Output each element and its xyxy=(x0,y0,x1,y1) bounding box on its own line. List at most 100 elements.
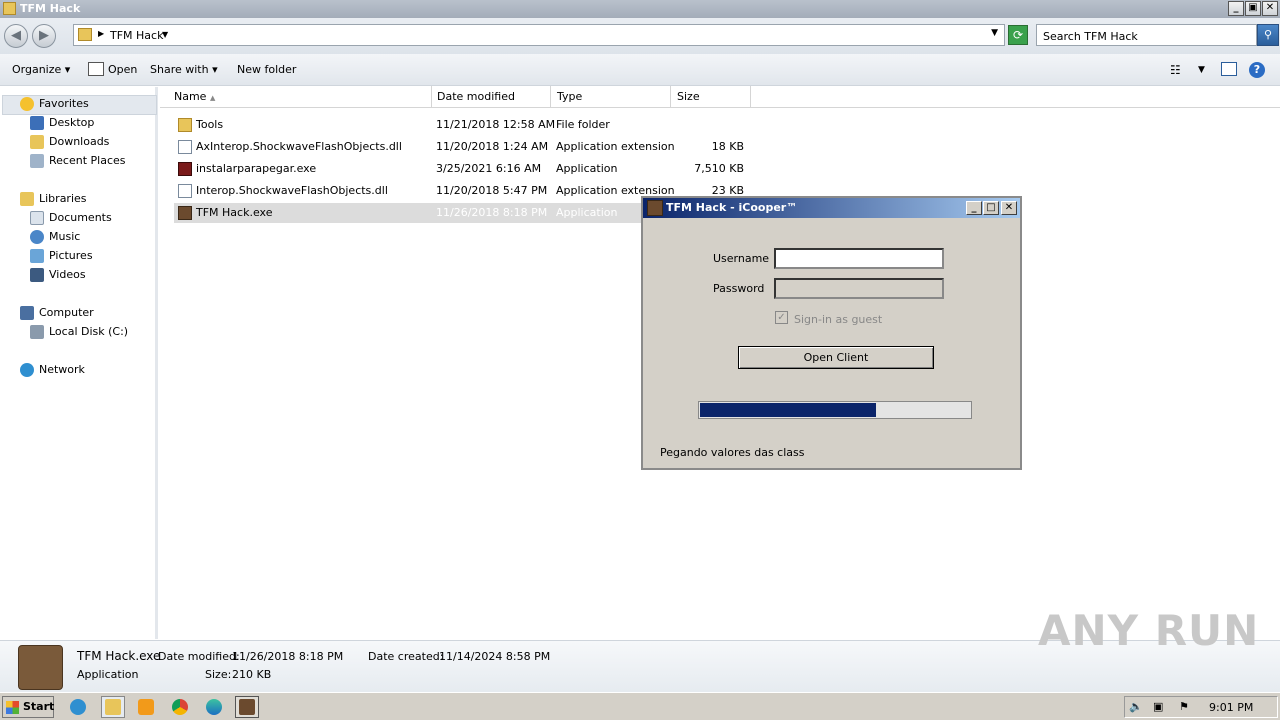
desktop-icon xyxy=(30,116,44,130)
sidebar-item-videos[interactable]: Videos xyxy=(30,266,86,284)
column-date-modified[interactable]: Date modified xyxy=(431,86,551,108)
view-dropdown-icon[interactable]: ▼ xyxy=(1198,65,1205,75)
details-date-modified: 11/26/2018 8:18 PM xyxy=(232,650,344,663)
file-type: Application xyxy=(556,162,618,175)
sidebar-item-network[interactable]: Network xyxy=(20,361,85,379)
documents-icon xyxy=(30,211,44,225)
sidebar-item-desktop[interactable]: Desktop xyxy=(30,114,94,132)
sidebar-item-pictures[interactable]: Pictures xyxy=(30,247,93,265)
dialog-title: TFM Hack - iCooper™ xyxy=(666,201,798,214)
share-with-button[interactable]: Share with ▾ xyxy=(150,63,218,76)
dll-icon xyxy=(178,140,192,154)
file-date: 3/25/2021 6:16 AM xyxy=(436,162,542,175)
column-headers: Name ▲ Date modified Type Size xyxy=(160,86,1280,108)
maximize-button[interactable]: ▣ xyxy=(1245,1,1261,16)
chrome-icon[interactable] xyxy=(168,696,192,718)
file-size: 18 KB xyxy=(711,140,744,153)
details-date-modified-label: Date modified: xyxy=(158,650,240,663)
close-button[interactable]: ✕ xyxy=(1262,1,1278,16)
guest-checkbox[interactable]: ✓ xyxy=(775,311,788,324)
file-row[interactable]: instalarparapegar.exe 3/25/2021 6:16 AM … xyxy=(174,159,746,179)
system-tray: 🔈 ▣ ⚑ 9:01 PM xyxy=(1124,696,1278,718)
file-type: Application xyxy=(556,206,618,219)
sidebar-item-computer[interactable]: Computer xyxy=(20,304,94,322)
speaker-icon[interactable]: 🔈 xyxy=(1129,700,1143,713)
search-icon[interactable]: ⚲ xyxy=(1257,24,1279,46)
address-dropdown-icon[interactable]: ▼ xyxy=(991,28,998,38)
file-thumbnail xyxy=(18,645,63,690)
column-size[interactable]: Size xyxy=(671,86,751,108)
username-label: Username xyxy=(713,252,770,265)
back-button[interactable]: ◀ xyxy=(4,24,28,48)
file-name: AxInterop.ShockwaveFlashObjects.dll xyxy=(196,140,402,153)
folder-icon xyxy=(78,28,92,41)
details-filename: TFM Hack.exe xyxy=(77,649,161,663)
action-center-flag-icon[interactable]: ⚑ xyxy=(1179,700,1189,713)
ie-icon[interactable] xyxy=(66,696,90,718)
file-size: 7,510 KB xyxy=(694,162,744,175)
file-name: TFM Hack.exe xyxy=(196,206,273,219)
file-name: instalarparapegar.exe xyxy=(196,162,317,175)
status-text: Pegando valores das class xyxy=(660,446,805,459)
view-options-icon[interactable]: ☷ xyxy=(1170,63,1181,77)
sidebar-item-downloads[interactable]: Downloads xyxy=(30,133,109,151)
details-date-created: 11/14/2024 8:58 PM xyxy=(439,650,551,663)
username-field[interactable] xyxy=(774,248,944,269)
start-button[interactable]: Start xyxy=(2,696,54,718)
folder-icon xyxy=(178,118,192,132)
folder-icon xyxy=(3,2,16,15)
sidebar-item-documents[interactable]: Documents xyxy=(30,209,112,227)
file-row[interactable]: Tools 11/21/2018 12:58 AM File folder xyxy=(174,115,746,135)
column-name[interactable]: Name ▲ xyxy=(168,86,432,108)
progress-fill xyxy=(700,403,876,417)
preview-pane-icon[interactable] xyxy=(1221,62,1237,76)
help-icon[interactable]: ? xyxy=(1249,62,1265,78)
search-input[interactable]: Search TFM Hack xyxy=(1036,24,1257,46)
explorer-icon[interactable] xyxy=(101,696,125,718)
chevron-down-icon[interactable]: ▼ xyxy=(162,30,168,39)
file-row[interactable]: AxInterop.ShockwaveFlashObjects.dll 11/2… xyxy=(174,137,746,157)
open-button[interactable]: Open xyxy=(108,63,137,76)
sidebar-item-music[interactable]: Music xyxy=(30,228,80,246)
sidebar-item-local-disk[interactable]: Local Disk (C:) xyxy=(30,323,128,341)
organize-button[interactable]: Organize ▾ xyxy=(12,63,70,76)
dialog-titlebar: TFM Hack - iCooper™ _ □ ✕ xyxy=(643,198,1020,218)
password-field[interactable] xyxy=(774,278,944,299)
file-date: 11/20/2018 1:24 AM xyxy=(436,140,549,153)
network-tray-icon[interactable]: ▣ xyxy=(1153,700,1163,713)
file-date: 11/20/2018 5:47 PM xyxy=(436,184,548,197)
address-box[interactable]: ▶ TFM Hack ▼ ▼ xyxy=(73,24,1005,46)
tfm-hack-task-icon[interactable] xyxy=(235,696,259,718)
disk-icon xyxy=(30,325,44,339)
sidebar-item-recent-places[interactable]: Recent Places xyxy=(30,152,126,170)
windows-logo-icon xyxy=(6,701,19,714)
new-folder-button[interactable]: New folder xyxy=(237,63,296,76)
network-icon xyxy=(20,363,34,377)
breadcrumb-arrow-icon[interactable]: ▶ xyxy=(98,29,104,38)
dialog-maximize-button[interactable]: □ xyxy=(983,201,999,215)
taskbar: Start 🔈 ▣ ⚑ 9:01 PM xyxy=(0,692,1280,720)
dialog-minimize-button[interactable]: _ xyxy=(966,201,982,215)
refresh-button[interactable]: ⟳ xyxy=(1008,25,1028,45)
file-date: 11/26/2018 8:18 PM xyxy=(436,206,548,219)
window-title: TFM Hack xyxy=(20,2,81,15)
minimize-button[interactable]: _ xyxy=(1228,1,1244,16)
sidebar-item-favorites[interactable]: Favorites xyxy=(20,95,89,113)
details-type: Application xyxy=(77,668,139,681)
open-client-button[interactable]: Open Client xyxy=(738,346,934,369)
media-player-icon[interactable] xyxy=(134,696,158,718)
sidebar-item-libraries[interactable]: Libraries xyxy=(20,190,87,208)
edge-icon[interactable] xyxy=(202,696,226,718)
dialog-close-button[interactable]: ✕ xyxy=(1001,201,1017,215)
file-name: Tools xyxy=(196,118,224,131)
breadcrumb[interactable]: TFM Hack xyxy=(110,29,163,42)
music-icon xyxy=(30,230,44,244)
column-type[interactable]: Type xyxy=(551,86,671,108)
clock[interactable]: 9:01 PM xyxy=(1209,701,1253,714)
downloads-icon xyxy=(30,135,44,149)
app-icon xyxy=(178,206,192,220)
details-size-label: Size: xyxy=(205,668,232,681)
forward-button[interactable]: ▶ xyxy=(32,24,56,48)
recent-places-icon xyxy=(30,154,44,168)
address-bar: ◀ ▶ ▶ TFM Hack ▼ ▼ ⟳ Search TFM Hack ⚲ xyxy=(0,18,1280,54)
